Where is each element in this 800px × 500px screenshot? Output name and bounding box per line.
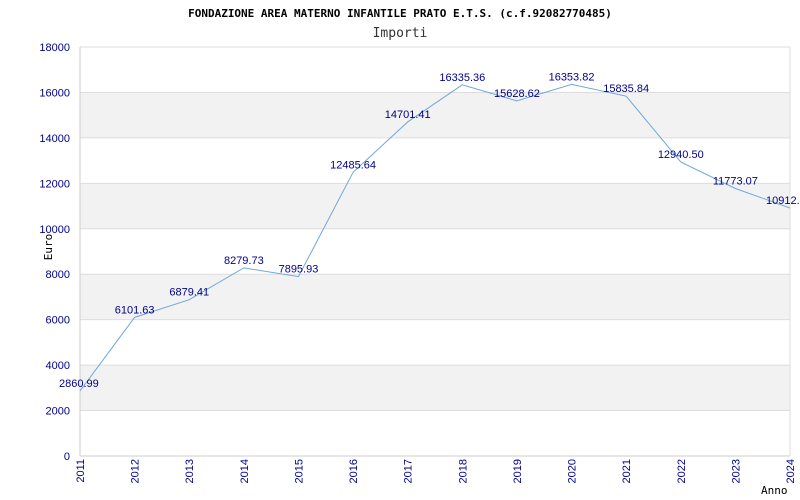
x-tick-label: 2020 (567, 459, 579, 483)
band (80, 365, 790, 411)
y-tick-label: 2000 (46, 406, 70, 418)
x-axis-label: Anno (761, 484, 788, 497)
data-label: 15835.84 (603, 83, 649, 95)
data-label: 8279.73 (224, 255, 264, 267)
y-tick-label: 14000 (39, 133, 70, 145)
background-bands (80, 92, 790, 411)
x-tick-label: 2012 (130, 459, 142, 483)
x-tick-label: 2013 (184, 459, 196, 483)
data-label: 6101.63 (115, 304, 155, 316)
x-tick-label: 2011 (75, 459, 87, 483)
x-tick-label: 2018 (457, 459, 469, 483)
data-label: 6879.41 (169, 287, 209, 299)
line-chart: 0200040006000800010000120001400016000180… (39, 7, 800, 497)
y-tick-label: 0 (64, 451, 70, 463)
data-label: 14701.41 (385, 109, 431, 121)
x-tick-label: 2019 (512, 459, 524, 483)
data-label: 10912.3 (766, 195, 800, 207)
data-label: 11773.07 (713, 175, 758, 187)
data-label: 12940.50 (658, 149, 704, 161)
x-tick-label: 2022 (676, 459, 688, 483)
y-tick-label: 16000 (39, 87, 70, 99)
y-axis-label: Euro (42, 234, 55, 261)
y-tick-label: 12000 (39, 178, 70, 190)
band (80, 92, 790, 138)
y-tick-label: 4000 (46, 360, 70, 372)
x-tick-label: 2014 (239, 459, 251, 483)
x-tick-labels: 2011 2012 2013 2014 2015 2016 2017 2018 2019 2020… (75, 459, 797, 483)
data-label: 16335.36 (439, 72, 485, 84)
x-tick-label: 2023 (730, 459, 742, 483)
x-tick-label: 2024 (785, 459, 797, 483)
data-label: 16353.82 (549, 71, 595, 83)
data-label: 7895.93 (279, 264, 319, 276)
chart-title: FONDAZIONE AREA MATERNO INFANTILE PRATO … (188, 7, 612, 20)
x-tick-label: 2017 (403, 459, 415, 483)
data-label: 12485.64 (330, 159, 376, 171)
x-tick-label: 2016 (348, 459, 360, 483)
x-tick-label: 2015 (293, 459, 305, 483)
data-label: 2860.99 (59, 378, 99, 390)
band (80, 183, 790, 229)
data-label: 15628.62 (494, 88, 540, 100)
chart-subtitle: Importi (373, 26, 428, 41)
y-tick-label: 18000 (39, 42, 70, 54)
y-tick-label: 6000 (46, 315, 70, 327)
y-tick-label: 8000 (46, 269, 70, 281)
x-tick-label: 2021 (621, 459, 633, 483)
